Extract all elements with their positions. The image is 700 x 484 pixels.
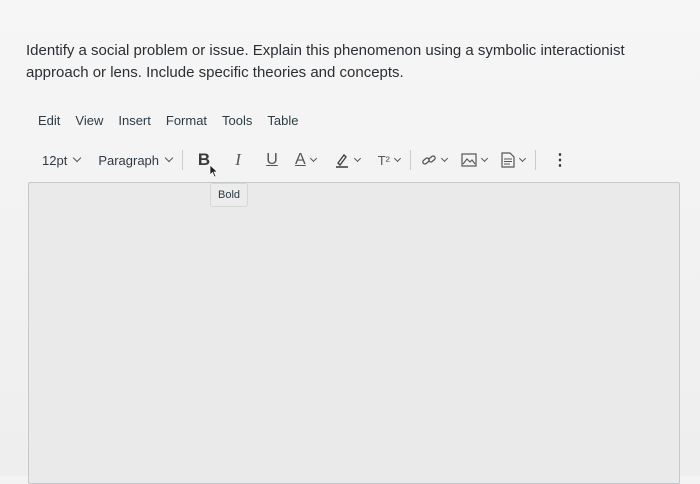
block-format-value: Paragraph [98, 152, 160, 168]
font-size-select[interactable]: 12pt [42, 152, 82, 168]
link-icon [422, 155, 436, 165]
superscript-button[interactable]: T² [377, 148, 402, 172]
chevron-down-icon [73, 153, 82, 163]
menu-view[interactable]: View [75, 113, 103, 128]
block-format-select[interactable]: Paragraph [98, 152, 174, 168]
more-icon: ⋮ [551, 152, 568, 169]
question-prompt: Identify a social problem or issue. Expl… [26, 42, 625, 81]
link-button[interactable] [421, 148, 449, 172]
more-options-button[interactable]: ⋮ [552, 148, 568, 172]
document-icon [501, 152, 515, 168]
menu-tools[interactable]: Tools [222, 113, 252, 128]
highlight-color-button[interactable] [334, 148, 361, 172]
page: Identify a social problem or issue. Expl… [0, 0, 700, 484]
image-button[interactable] [461, 148, 489, 172]
editor-menubar: Edit View Insert Format Tools Table [38, 113, 313, 128]
chevron-down-icon [518, 154, 527, 162]
text-color-label: A [295, 151, 306, 168]
menu-edit[interactable]: Edit [38, 113, 60, 128]
superscript-label: T² [377, 152, 390, 168]
highlighter-icon [335, 153, 348, 168]
italic-button[interactable]: I [227, 148, 249, 172]
document-button[interactable] [501, 148, 527, 172]
mouse-cursor-icon [209, 164, 219, 178]
menu-insert[interactable]: Insert [118, 113, 151, 128]
chevron-down-icon [353, 154, 361, 162]
font-size-value: 12pt [42, 152, 68, 168]
chevron-down-icon [164, 153, 174, 163]
bold-tooltip: Bold [210, 183, 249, 207]
chevron-down-icon [480, 154, 489, 162]
rich-text-editor-area[interactable] [28, 182, 680, 484]
toolbar-divider [182, 150, 184, 170]
menu-format[interactable]: Format [166, 113, 207, 128]
toolbar-divider [534, 150, 536, 170]
text-color-button[interactable]: A [295, 148, 317, 172]
toolbar-divider [409, 150, 411, 170]
chevron-down-icon [393, 154, 402, 162]
underline-button[interactable]: U [261, 148, 283, 172]
chevron-down-icon [440, 154, 449, 162]
editor-toolbar: 12pt Paragraph B I U A T² ⋮ [30, 146, 670, 174]
menu-table[interactable]: Table [267, 113, 298, 128]
chevron-down-icon [309, 154, 317, 162]
image-icon [461, 153, 477, 167]
